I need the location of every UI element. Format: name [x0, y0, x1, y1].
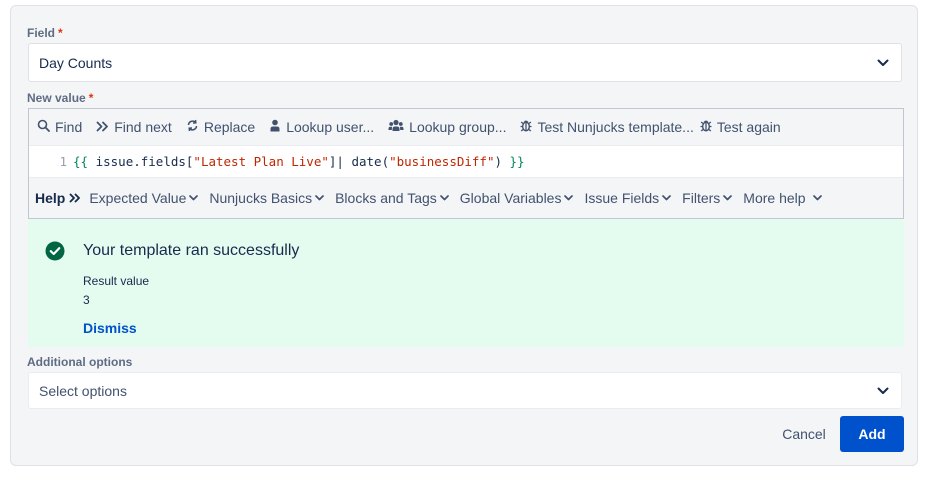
additional-options-label: Additional options	[27, 355, 133, 369]
help-item-label: Nunjucks Basics	[209, 190, 313, 206]
success-title: Your template ran successfully	[83, 242, 300, 259]
help-bar: Help Expected Value Nunjucks Basics Bloc…	[29, 178, 903, 218]
help-item-nunjucks-basics[interactable]: Nunjucks Basics	[209, 190, 324, 206]
template-editor: Find Find next Replace Lookup user... Lo…	[28, 108, 904, 219]
code-token: )	[494, 154, 510, 169]
check-circle-icon	[45, 241, 65, 266]
find-label: Find	[55, 119, 83, 135]
editor-toolbar: Find Find next Replace Lookup user... Lo…	[29, 109, 903, 145]
code-string: "Latest Plan Live"	[193, 154, 329, 169]
find-next-label: Find next	[114, 119, 172, 135]
chevron-down-icon	[564, 195, 574, 201]
code-token: issue.fields[	[88, 154, 194, 169]
chevron-down-icon	[723, 195, 733, 201]
result-value: 3	[83, 293, 90, 307]
find-next-button[interactable]: Find next	[96, 119, 172, 135]
edit-field-panel: Field * Day Counts New value * Find Find n…	[10, 5, 918, 466]
required-mark: *	[88, 91, 94, 105]
users-icon	[388, 119, 409, 135]
chevron-down-icon	[875, 383, 891, 399]
user-icon	[269, 119, 286, 135]
lookup-user-label: Lookup user...	[286, 119, 375, 135]
field-label: Field *	[27, 26, 63, 40]
search-icon	[37, 119, 55, 135]
code-input[interactable]: 1 {{ issue.fields["Latest Plan Live"]| d…	[29, 145, 903, 178]
help-item-label: Filters	[682, 190, 721, 206]
new-value-label: New value *	[27, 91, 93, 105]
code-line: {{ issue.fields["Latest Plan Live"]| dat…	[73, 154, 525, 169]
line-number: 1	[59, 154, 67, 169]
chevron-down-icon	[812, 195, 822, 201]
help-item-filters[interactable]: Filters	[682, 190, 733, 206]
cancel-button[interactable]: Cancel	[772, 416, 836, 452]
help-item-global-variables[interactable]: Global Variables	[460, 190, 574, 206]
field-select[interactable]: Day Counts	[28, 43, 902, 82]
help-item-expected-value[interactable]: Expected Value	[89, 190, 199, 206]
test-template-label: Test Nunjucks template...	[537, 119, 694, 135]
bug-icon	[700, 119, 717, 135]
double-chevron-right-icon	[69, 193, 81, 203]
required-mark: *	[58, 26, 63, 40]
chevron-down-icon	[439, 195, 449, 201]
test-again-button[interactable]: Test again	[700, 119, 781, 135]
additional-options-select[interactable]: Select options	[28, 372, 902, 409]
test-again-label: Test again	[716, 119, 781, 135]
help-item-label: Expected Value	[89, 190, 187, 206]
double-chevron-right-icon	[96, 119, 114, 135]
code-token-close: }}	[509, 154, 525, 169]
help-item-more-help[interactable]: More help	[743, 190, 822, 206]
replace-icon	[186, 119, 204, 135]
code-token: ]| date(	[328, 154, 390, 169]
help-item-label: More help	[743, 190, 806, 206]
new-value-label-text: New value	[27, 91, 86, 105]
code-token-open: {{	[73, 154, 89, 169]
replace-button[interactable]: Replace	[186, 119, 255, 135]
chevron-down-icon	[662, 195, 672, 201]
additional-options-placeholder: Select options	[39, 382, 127, 399]
field-select-value: Day Counts	[39, 54, 113, 71]
test-template-button[interactable]: Test Nunjucks template...	[520, 119, 694, 135]
replace-label: Replace	[203, 119, 256, 135]
bug-icon	[520, 119, 537, 135]
dismiss-link[interactable]: Dismiss	[83, 320, 137, 336]
help-item-blocks-and-tags[interactable]: Blocks and Tags	[335, 190, 449, 206]
chevron-down-icon	[315, 195, 324, 201]
chevron-down-icon	[875, 55, 891, 71]
lookup-user-button[interactable]: Lookup user...	[269, 119, 374, 135]
help-item-issue-fields[interactable]: Issue Fields	[584, 190, 672, 206]
result-value-label: Result value	[83, 274, 150, 288]
lookup-group-label: Lookup group...	[409, 119, 507, 135]
help-title: Help	[35, 190, 66, 206]
code-string: "businessDiff"	[389, 154, 495, 169]
find-button[interactable]: Find	[37, 119, 82, 135]
help-item-label: Issue Fields	[584, 190, 660, 206]
add-button[interactable]: Add	[840, 416, 904, 452]
success-message: Your template ran successfully Result va…	[28, 219, 904, 347]
help-item-label: Global Variables	[459, 190, 562, 206]
field-label-text: Field	[27, 26, 56, 40]
lookup-group-button[interactable]: Lookup group...	[388, 119, 506, 135]
help-item-label: Blocks and Tags	[335, 190, 437, 206]
chevron-down-icon	[189, 195, 199, 201]
